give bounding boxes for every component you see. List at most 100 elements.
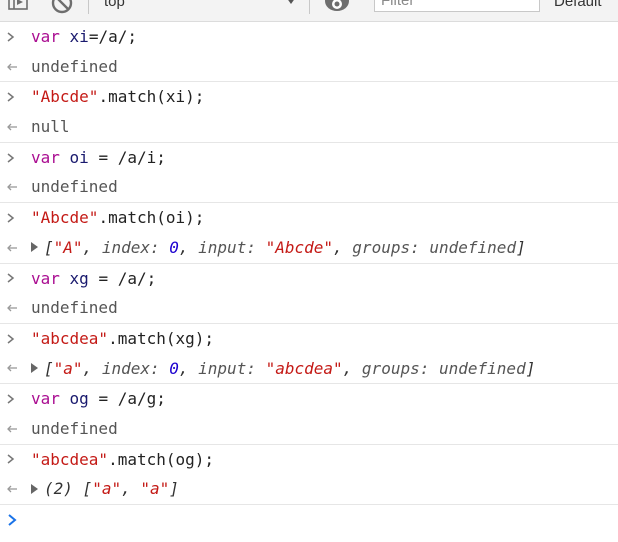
string-literal: "Abcde" [31, 208, 99, 228]
input-line: var xg = /a/; [0, 264, 618, 294]
input-line: "Abcde".match(oi); [0, 203, 618, 233]
object-value: undefined [429, 237, 517, 257]
input-line: var oi = /a/i; [0, 143, 618, 173]
code-rest: = /a/i; [88, 147, 166, 167]
variable-name: xg [69, 268, 89, 288]
object-number: 0 [169, 358, 179, 378]
output-line[interactable]: (2) ["a", "a"] [0, 474, 618, 504]
result-arrow-icon [6, 354, 18, 384]
expandable-object[interactable]: ["a", index: 0, input: "abcdea", groups:… [31, 354, 535, 384]
match-value: "A" [53, 237, 83, 257]
keyword: var [31, 147, 60, 167]
code-rest: = /a/; [88, 268, 157, 288]
object-key: groups: [361, 358, 430, 378]
bracket: ] [169, 479, 179, 499]
output-line: undefined [0, 414, 618, 444]
chevron-right-icon [6, 22, 18, 52]
variable-name: og [69, 389, 89, 409]
console-entry: "abcdea".match(xg); ["a", index: 0, inpu… [0, 324, 618, 385]
match-value: "a" [53, 358, 83, 378]
result-value: null [31, 117, 70, 137]
bracket: [ [44, 237, 54, 257]
output-line: undefined [0, 52, 618, 82]
console-entry: var oi = /a/i; undefined [0, 143, 618, 204]
console-toolbar: top Default [0, 0, 618, 22]
keyword: var [31, 268, 60, 288]
input-line: "Abcde".match(xi); [0, 82, 618, 112]
context-selector[interactable]: top [104, 0, 125, 10]
chevron-down-icon[interactable] [286, 0, 296, 5]
object-key: index: [101, 358, 160, 378]
console-messages: var xi=/a/; undefined "Abcde".match(xi);… [0, 22, 618, 535]
object-key: input: [198, 237, 256, 257]
expandable-array[interactable]: (2) ["a", "a"] [31, 474, 179, 504]
output-line: undefined [0, 293, 618, 323]
expand-triangle-icon[interactable] [31, 242, 38, 253]
result-arrow-icon [6, 112, 18, 142]
expand-triangle-icon[interactable] [31, 363, 38, 374]
chevron-right-icon [6, 324, 18, 354]
input-line: var xi=/a/; [0, 22, 618, 52]
keyword: var [31, 389, 60, 409]
clear-console-icon[interactable] [50, 0, 74, 15]
console-entry: var xg = /a/; undefined [0, 264, 618, 324]
toolbar-divider [309, 0, 310, 14]
code-rest: .match(og); [108, 449, 215, 469]
chevron-right-icon [6, 445, 18, 475]
bracket: ] [525, 358, 536, 378]
array-length: (2) [44, 479, 73, 499]
array-item: "a" [140, 479, 170, 499]
console-entry: "abcdea".match(og); (2) ["a", "a"] [0, 445, 618, 505]
object-number: 0 [169, 237, 179, 257]
output-line[interactable]: ["a", index: 0, input: "abcdea", groups:… [0, 354, 618, 384]
output-line[interactable]: ["A", index: 0, input: "Abcde", groups: … [0, 233, 618, 263]
result-arrow-icon [6, 414, 18, 444]
result-arrow-icon [6, 293, 18, 323]
output-line: undefined [0, 172, 618, 202]
result-arrow-icon [6, 172, 18, 202]
result-value: undefined [31, 177, 118, 197]
log-levels-dropdown[interactable]: Default [554, 0, 602, 10]
bracket: [ [44, 358, 54, 378]
object-key: groups: [352, 237, 420, 257]
chevron-right-icon [6, 82, 18, 112]
expandable-object[interactable]: ["A", index: 0, input: "Abcde", groups: … [31, 233, 526, 263]
toolbar-divider [88, 0, 89, 14]
code-rest: =/a/; [88, 27, 137, 46]
console-prompt[interactable] [0, 505, 618, 535]
object-string: "abcdea" [265, 358, 343, 378]
result-value: undefined [31, 56, 118, 76]
chevron-right-icon [6, 143, 18, 173]
input-line: "abcdea".match(og); [0, 445, 618, 475]
result-arrow-icon [6, 233, 18, 263]
variable-name: oi [69, 147, 89, 167]
string-literal: "abcdea" [31, 328, 109, 348]
console-entry: "Abcde".match(xi); null [0, 82, 618, 143]
chevron-right-icon [6, 264, 18, 294]
input-line: var og = /a/g; [0, 384, 618, 414]
keyword: var [31, 27, 60, 46]
result-value: undefined [31, 418, 118, 438]
eye-icon[interactable] [324, 0, 350, 12]
object-key: input: [198, 358, 256, 378]
code-rest: = /a/g; [88, 389, 166, 409]
code-rest: .match(oi); [98, 208, 205, 228]
console-entry: var xi=/a/; undefined [0, 22, 618, 83]
code-rest: .match(xi); [98, 87, 205, 107]
object-value: undefined [439, 358, 526, 378]
string-literal: "Abcde" [31, 87, 99, 107]
string-literal: "abcdea" [31, 449, 109, 469]
chevron-right-icon [6, 384, 18, 414]
expand-triangle-icon[interactable] [31, 483, 38, 494]
code-rest: .match(xg); [108, 328, 215, 348]
bracket: [ [82, 479, 93, 499]
filter-input[interactable] [374, 0, 540, 12]
result-arrow-icon [6, 474, 18, 504]
chevron-right-icon [6, 203, 18, 233]
bracket: ] [516, 237, 526, 257]
console-entry: var og = /a/g; undefined [0, 384, 618, 445]
array-item: "a" [92, 479, 122, 499]
console-entry: "Abcde".match(oi); ["A", index: 0, input… [0, 203, 618, 264]
sidebar-toggle-icon[interactable] [8, 0, 28, 10]
object-string: "Abcde" [265, 237, 334, 257]
